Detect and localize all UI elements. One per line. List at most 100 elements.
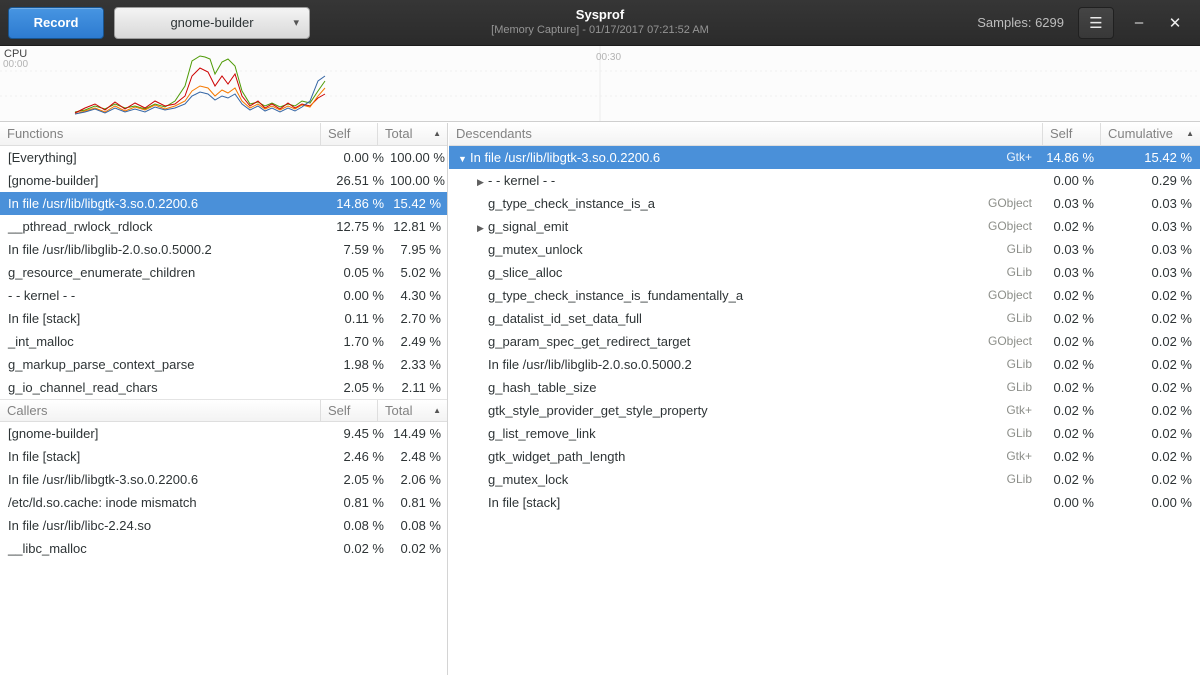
self-percent: 0.02 % <box>1042 422 1100 445</box>
tree-row[interactable]: g_slice_allocGLib0.03 %0.03 % <box>449 261 1200 284</box>
descendants-column-header[interactable]: Descendants <box>449 123 1042 145</box>
tree-row[interactable]: g_mutex_unlockGLib0.03 %0.03 % <box>449 238 1200 261</box>
descendant-name-cell: g_param_spec_get_redirect_target <box>449 330 962 353</box>
tree-row[interactable]: ▶- - kernel - -0.00 %0.29 % <box>449 169 1200 192</box>
descendants-cumulative-label: Cumulative <box>1108 126 1173 141</box>
descendants-self-column-header[interactable]: Self <box>1042 123 1100 145</box>
total-percent: 100.00 % <box>390 146 447 169</box>
descendant-name: In file /usr/lib/libgtk-3.so.0.2200.6 <box>470 150 660 165</box>
table-row[interactable]: _int_malloc1.70 %2.49 % <box>0 330 447 353</box>
cumulative-percent: 0.02 % <box>1100 284 1200 307</box>
sort-arrow-icon: ▲ <box>433 123 441 145</box>
descendant-name: g_list_remove_link <box>488 426 596 441</box>
library-badge: GLib <box>962 353 1042 376</box>
callers-total-column-header[interactable]: ▲ Total <box>377 400 447 421</box>
record-button[interactable]: Record <box>8 7 104 39</box>
descendant-name-cell: gtk_style_provider_get_style_property <box>449 399 962 422</box>
menu-button[interactable]: ☰ <box>1078 7 1114 39</box>
cpu-graph[interactable]: CPU 00:00 00:30 <box>0 46 1200 122</box>
self-percent: 0.02 % <box>1042 307 1100 330</box>
close-button[interactable]: ✕ <box>1164 14 1186 32</box>
tree-row[interactable]: g_mutex_lockGLib0.02 %0.02 % <box>449 468 1200 491</box>
descendant-name-cell: g_list_remove_link <box>449 422 962 445</box>
total-percent: 2.06 % <box>390 468 447 491</box>
cumulative-percent: 0.03 % <box>1100 215 1200 238</box>
functions-total-column-header[interactable]: ▲ Total <box>377 123 447 145</box>
descendant-name-cell: In file /usr/lib/libglib-2.0.so.0.5000.2 <box>449 353 962 376</box>
target-selector-dropdown[interactable]: gnome-builder ▾ <box>114 7 310 39</box>
table-row[interactable]: In file [stack]2.46 %2.48 % <box>0 445 447 468</box>
self-percent: 0.02 % <box>1042 215 1100 238</box>
tree-row[interactable]: g_hash_table_sizeGLib0.02 %0.02 % <box>449 376 1200 399</box>
cumulative-percent: 0.02 % <box>1100 307 1200 330</box>
tree-row[interactable]: gtk_widget_path_lengthGtk+0.02 %0.02 % <box>449 445 1200 468</box>
function-name: In file [stack] <box>0 307 333 330</box>
table-row[interactable]: [gnome-builder]26.51 %100.00 % <box>0 169 447 192</box>
expander-closed-icon[interactable]: ▶ <box>473 217 488 238</box>
table-row[interactable]: In file [stack]0.11 %2.70 % <box>0 307 447 330</box>
table-row[interactable]: In file /usr/lib/libgtk-3.so.0.2200.62.0… <box>0 468 447 491</box>
tree-row[interactable]: In file /usr/lib/libglib-2.0.so.0.5000.2… <box>449 353 1200 376</box>
total-percent: 15.42 % <box>390 192 447 215</box>
table-row[interactable]: - - kernel - -0.00 %4.30 % <box>0 284 447 307</box>
callers-self-column-header[interactable]: Self <box>320 400 377 421</box>
descendant-name: g_mutex_lock <box>488 472 568 487</box>
self-percent: 2.05 % <box>333 468 390 491</box>
tree-row[interactable]: In file [stack]0.00 %0.00 % <box>449 491 1200 514</box>
tree-row[interactable]: gtk_style_provider_get_style_propertyGtk… <box>449 399 1200 422</box>
self-percent: 9.45 % <box>333 422 390 445</box>
functions-total-label: Total <box>385 126 412 141</box>
tree-row[interactable]: g_list_remove_linkGLib0.02 %0.02 % <box>449 422 1200 445</box>
library-badge: GLib <box>962 261 1042 284</box>
table-row[interactable]: /etc/ld.so.cache: inode mismatch0.81 %0.… <box>0 491 447 514</box>
chevron-down-icon: ▾ <box>293 16 299 29</box>
callers-table-header: Callers Self ▲ Total <box>0 399 447 422</box>
tree-row[interactable]: ▶g_signal_emitGObject0.02 %0.03 % <box>449 215 1200 238</box>
total-percent: 2.33 % <box>390 353 447 376</box>
descendant-name: g_param_spec_get_redirect_target <box>488 334 690 349</box>
self-percent: 2.05 % <box>333 376 390 399</box>
functions-table: [Everything]0.00 %100.00 %[gnome-builder… <box>0 146 447 399</box>
capture-subtitle: [Memory Capture] - 01/17/2017 07:21:52 A… <box>491 23 709 37</box>
time-label-start: 00:00 <box>3 59 28 70</box>
expander-closed-icon[interactable]: ▶ <box>473 171 488 192</box>
minimize-button[interactable]: – <box>1128 14 1150 31</box>
self-percent: 0.08 % <box>333 514 390 537</box>
table-row[interactable]: In file /usr/lib/libc-2.24.so0.08 %0.08 … <box>0 514 447 537</box>
functions-column-header[interactable]: Functions <box>0 123 320 145</box>
descendants-cumulative-column-header[interactable]: ▲ Cumulative <box>1100 123 1200 145</box>
descendant-name-cell: ▶- - kernel - - <box>449 169 962 192</box>
self-percent: 0.02 % <box>1042 330 1100 353</box>
callers-column-header[interactable]: Callers <box>0 400 320 421</box>
table-row[interactable]: __libc_malloc0.02 %0.02 % <box>0 537 447 560</box>
descendant-name-cell: In file [stack] <box>449 491 962 514</box>
table-row[interactable]: [gnome-builder]9.45 %14.49 % <box>0 422 447 445</box>
tree-row[interactable]: g_type_check_instance_is_fundamentally_a… <box>449 284 1200 307</box>
tree-row[interactable]: g_type_check_instance_is_aGObject0.03 %0… <box>449 192 1200 215</box>
table-row[interactable]: __pthread_rwlock_rdlock12.75 %12.81 % <box>0 215 447 238</box>
library-badge: GLib <box>962 307 1042 330</box>
table-row[interactable]: [Everything]0.00 %100.00 % <box>0 146 447 169</box>
library-badge: GLib <box>962 468 1042 491</box>
table-row[interactable]: g_resource_enumerate_children0.05 %5.02 … <box>0 261 447 284</box>
library-badge: GLib <box>962 422 1042 445</box>
cumulative-percent: 0.02 % <box>1100 445 1200 468</box>
function-name: __libc_malloc <box>0 537 333 560</box>
table-row[interactable]: g_io_channel_read_chars2.05 %2.11 % <box>0 376 447 399</box>
tree-row[interactable]: g_param_spec_get_redirect_targetGObject0… <box>449 330 1200 353</box>
cumulative-percent: 0.02 % <box>1100 399 1200 422</box>
total-percent: 4.30 % <box>390 284 447 307</box>
functions-self-column-header[interactable]: Self <box>320 123 377 145</box>
tree-row[interactable]: ▼In file /usr/lib/libgtk-3.so.0.2200.6Gt… <box>449 146 1200 169</box>
self-percent: 0.00 % <box>333 284 390 307</box>
table-row[interactable]: In file /usr/lib/libglib-2.0.so.0.5000.2… <box>0 238 447 261</box>
expander-open-icon[interactable]: ▼ <box>455 148 470 169</box>
table-row[interactable]: g_markup_parse_context_parse1.98 %2.33 % <box>0 353 447 376</box>
app-title: Sysprof <box>491 7 709 23</box>
descendant-name: g_mutex_unlock <box>488 242 583 257</box>
cumulative-percent: 0.03 % <box>1100 238 1200 261</box>
table-row[interactable]: In file /usr/lib/libgtk-3.so.0.2200.614.… <box>0 192 447 215</box>
tree-row[interactable]: g_datalist_id_set_data_fullGLib0.02 %0.0… <box>449 307 1200 330</box>
sort-arrow-icon: ▲ <box>1186 123 1194 145</box>
cumulative-percent: 0.02 % <box>1100 353 1200 376</box>
